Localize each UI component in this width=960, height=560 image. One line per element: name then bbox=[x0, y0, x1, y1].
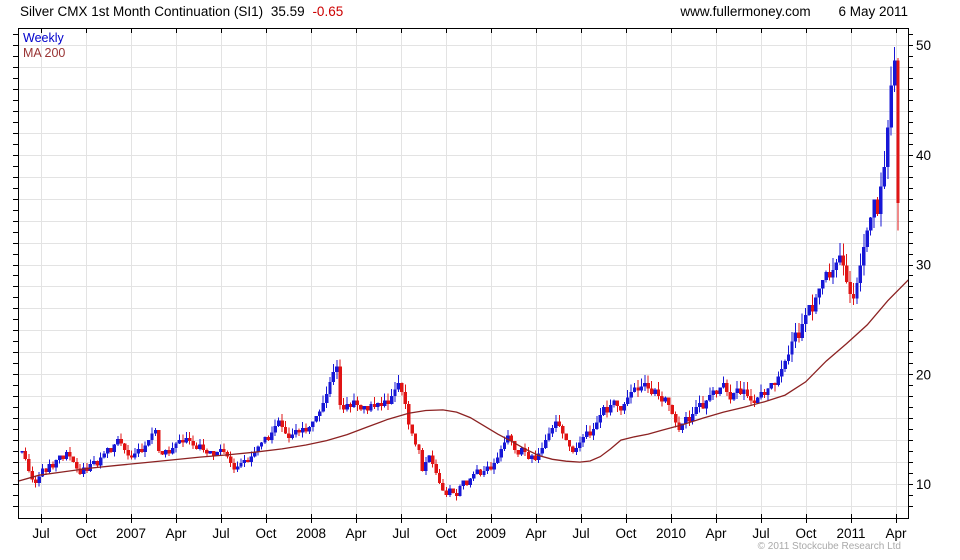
x-axis-label: Apr bbox=[165, 526, 187, 541]
y-axis-label: 10 bbox=[916, 477, 931, 492]
plot-border bbox=[18, 28, 909, 519]
x-axis-label: Apr bbox=[525, 526, 547, 541]
x-axis-label: 2008 bbox=[296, 526, 326, 541]
chart-legend: Weekly MA 200 bbox=[23, 31, 65, 61]
x-axis-label: Apr bbox=[345, 526, 367, 541]
x-axis-label: Oct bbox=[255, 526, 276, 541]
x-axis-label: Jul bbox=[752, 526, 769, 541]
x-axis-label: Oct bbox=[795, 526, 816, 541]
x-axis-label: Jul bbox=[212, 526, 229, 541]
y-axis-label: 50 bbox=[916, 38, 931, 53]
x-axis-label: Apr bbox=[885, 526, 907, 541]
y-axis-label: 20 bbox=[916, 367, 931, 382]
axis-ticks bbox=[13, 28, 913, 523]
x-axis-label: 2011 bbox=[836, 526, 865, 541]
x-axis-label: Jul bbox=[572, 526, 589, 541]
y-axis-label: 30 bbox=[916, 258, 931, 273]
x-axis-label: Jul bbox=[392, 526, 409, 541]
gridlines bbox=[18, 28, 908, 518]
x-axis-label: Oct bbox=[615, 526, 636, 541]
legend-ma200-label: MA 200 bbox=[23, 46, 66, 60]
x-axis-label: Jul bbox=[32, 526, 49, 541]
y-axis-label: 40 bbox=[916, 148, 931, 163]
x-axis-label: Oct bbox=[75, 526, 96, 541]
x-axis-label: 2010 bbox=[656, 526, 686, 541]
price-chart: 10 20 30 40 50 Jul Oct 2007 Apr Jul Oct 2008 Apr Jul O… bbox=[13, 28, 931, 541]
candles bbox=[20, 47, 900, 501]
x-axis-label: Oct bbox=[435, 526, 456, 541]
x-axis-label: 2007 bbox=[116, 526, 146, 541]
x-axis-label: Apr bbox=[705, 526, 727, 541]
legend-weekly-label: Weekly bbox=[23, 31, 64, 45]
x-axis-label: 2009 bbox=[476, 526, 506, 541]
ma200-line bbox=[17, 279, 909, 482]
copyright: © 2011 Stockcube Research Ltd bbox=[757, 541, 901, 552]
